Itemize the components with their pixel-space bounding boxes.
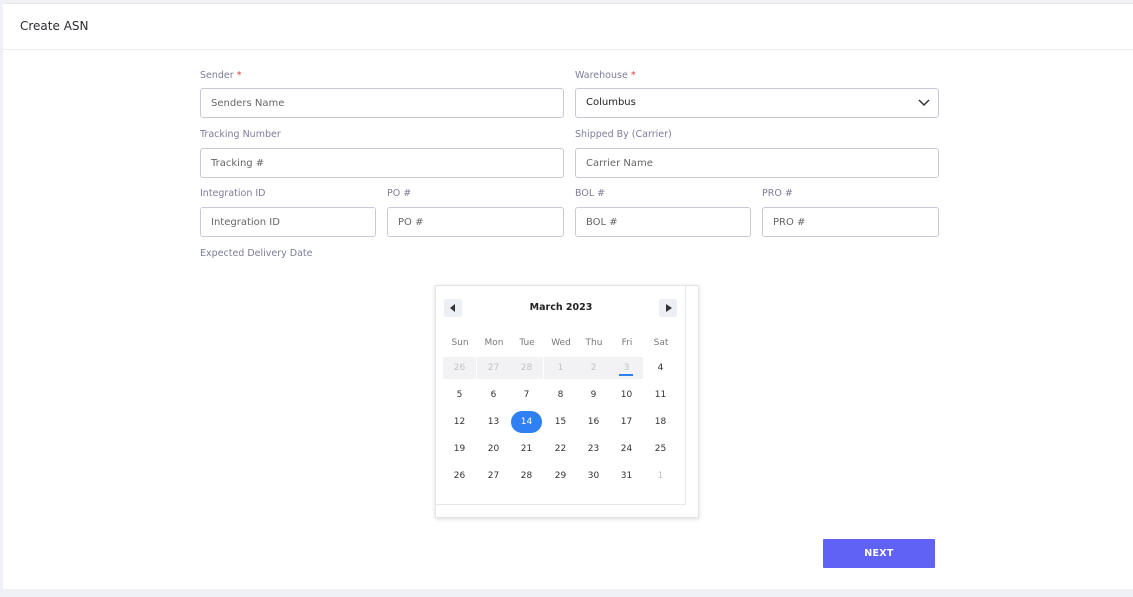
calendar-day[interactable]: 8 xyxy=(544,384,577,406)
calendar-day[interactable]: 6 xyxy=(477,384,510,406)
date-picker: March 2023 Sun Mon Tue Wed Thu Fri Sat 26 27 28 1 2… xyxy=(435,285,699,518)
calendar-day[interactable]: 26 xyxy=(443,465,476,487)
calendar-day[interactable]: 16 xyxy=(577,411,610,433)
pro-input[interactable] xyxy=(762,207,939,237)
calendar-day[interactable]: 30 xyxy=(577,465,610,487)
calendar-day[interactable]: 25 xyxy=(644,438,677,460)
calendar-day[interactable]: 20 xyxy=(477,438,510,460)
calendar-day[interactable]: 23 xyxy=(577,438,610,460)
calendar-day[interactable]: 19 xyxy=(443,438,476,460)
calendar-day[interactable]: 17 xyxy=(610,411,643,433)
calendar-day[interactable]: 22 xyxy=(544,438,577,460)
calendar-day[interactable]: 28 xyxy=(510,357,543,379)
sender-input[interactable] xyxy=(200,88,564,118)
carrier-input[interactable] xyxy=(575,148,939,178)
calendar-day[interactable]: 9 xyxy=(577,384,610,406)
calendar-day[interactable]: 27 xyxy=(477,357,510,379)
calendar-day-today[interactable]: 3 xyxy=(610,357,643,379)
calendar-day[interactable]: 13 xyxy=(477,411,510,433)
weekday-header: Fri xyxy=(621,338,633,348)
sender-label: Sender * xyxy=(200,70,242,81)
integration-id-input[interactable] xyxy=(200,207,376,237)
chevron-down-icon xyxy=(918,99,930,107)
calendar-day: 1 xyxy=(657,471,664,481)
calendar-day[interactable]: 2 xyxy=(577,357,610,379)
bol-input[interactable] xyxy=(575,207,751,237)
bol-label: BOL # xyxy=(575,188,606,199)
warehouse-selected-value: Columbus xyxy=(586,97,636,108)
warehouse-label: Warehouse * xyxy=(575,70,636,81)
required-mark: * xyxy=(630,70,636,81)
calendar-day[interactable]: 5 xyxy=(443,384,476,406)
warehouse-select[interactable]: Columbus xyxy=(575,88,939,118)
calendar-day[interactable]: 10 xyxy=(610,384,643,406)
calendar-day[interactable]: 1 xyxy=(544,357,577,379)
calendar-day[interactable]: 24 xyxy=(610,438,643,460)
calendar-day[interactable]: 26 xyxy=(443,357,476,379)
calendar-day[interactable]: 29 xyxy=(544,465,577,487)
calendar-day[interactable]: 7 xyxy=(510,384,543,406)
calendar-month: March 2023 Sun Mon Tue Wed Thu Fri Sat 26 27 28 1 2… xyxy=(436,286,686,505)
weekday-header: Wed xyxy=(551,338,571,348)
tracking-label: Tracking Number xyxy=(200,129,281,140)
caret-right-icon xyxy=(666,304,672,312)
calendar-day-selected[interactable]: 14 xyxy=(511,411,542,433)
calendar-day[interactable]: 15 xyxy=(544,411,577,433)
weekday-header: Sun xyxy=(451,338,469,348)
calendar-day[interactable]: 4 xyxy=(644,357,677,379)
weekday-header: Tue xyxy=(519,338,535,348)
weekday-header: Mon xyxy=(484,338,504,348)
integration-id-label: Integration ID xyxy=(200,188,266,199)
po-input[interactable] xyxy=(387,207,564,237)
pro-label: PRO # xyxy=(762,188,793,199)
calendar-day[interactable]: 27 xyxy=(477,465,510,487)
next-month-button[interactable] xyxy=(659,299,677,317)
weekday-header: Thu xyxy=(585,338,603,348)
calendar-day[interactable]: 21 xyxy=(510,438,543,460)
next-button[interactable]: NEXT xyxy=(823,539,935,568)
weekday-header: Sat xyxy=(653,338,669,348)
month-label: March 2023 xyxy=(529,302,593,313)
calendar-day[interactable]: 31 xyxy=(610,465,643,487)
calendar-day[interactable]: 12 xyxy=(443,411,476,433)
calendar-day[interactable]: 11 xyxy=(644,384,677,406)
expected-delivery-label: Expected Delivery Date xyxy=(200,248,313,259)
card-header: Create ASN xyxy=(3,4,1133,50)
page-title: Create ASN xyxy=(20,19,89,33)
today-indicator xyxy=(619,374,633,376)
po-label: PO # xyxy=(387,188,412,199)
required-mark: * xyxy=(236,70,242,81)
carrier-label: Shipped By (Carrier) xyxy=(575,129,672,140)
calendar-day[interactable]: 28 xyxy=(510,465,543,487)
calendar-day[interactable]: 18 xyxy=(644,411,677,433)
tracking-input[interactable] xyxy=(200,148,564,178)
